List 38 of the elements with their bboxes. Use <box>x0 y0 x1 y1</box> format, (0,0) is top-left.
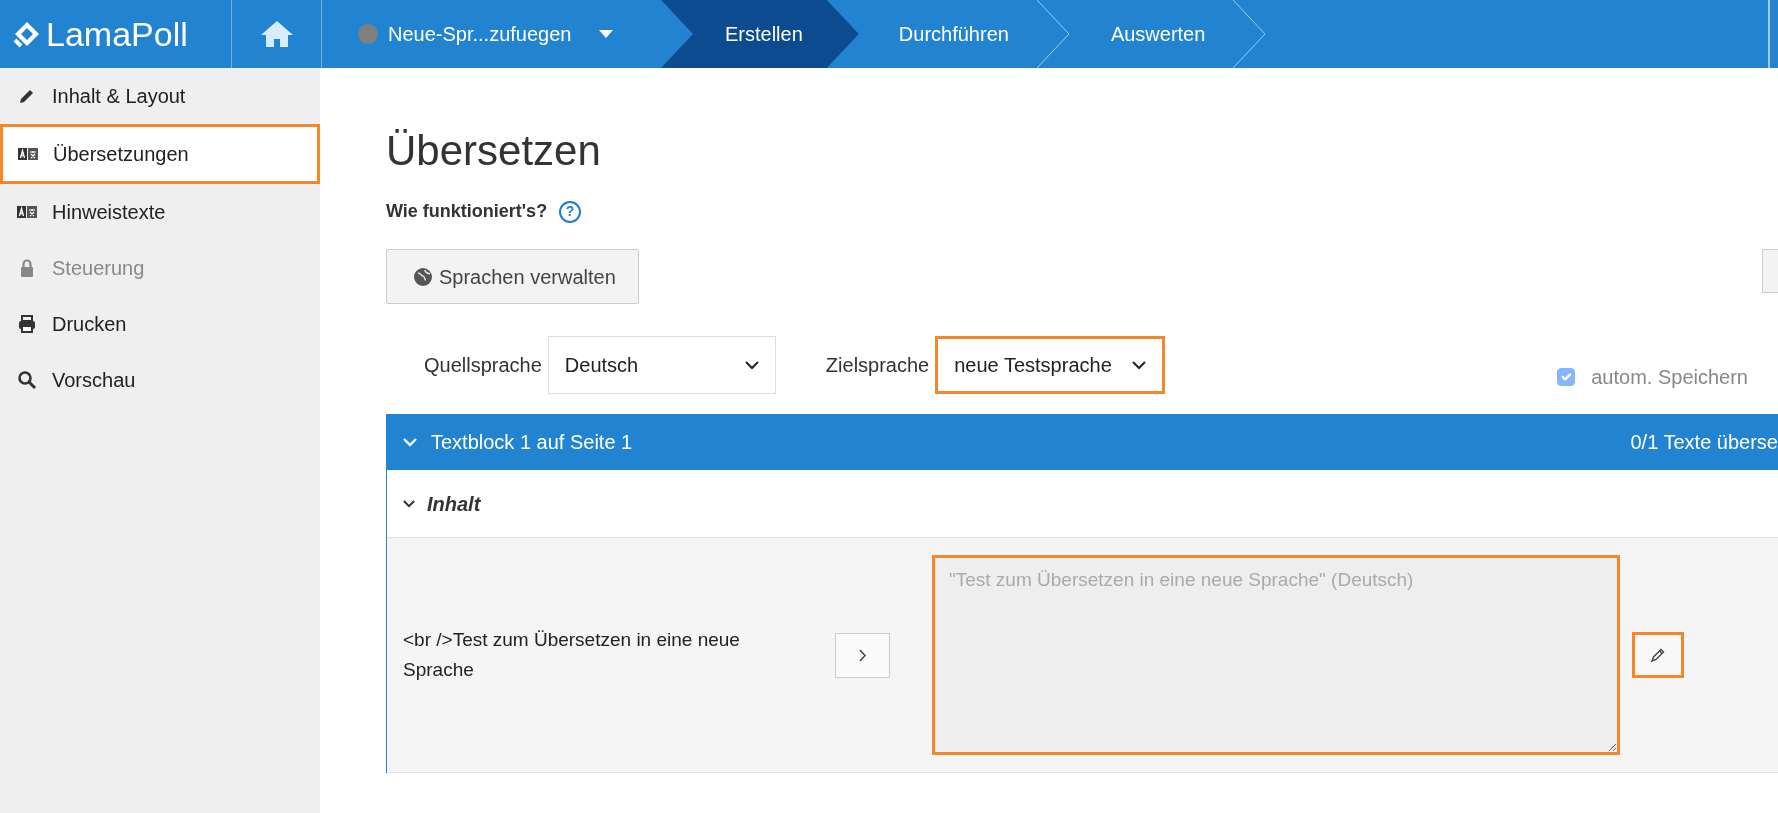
search-icon <box>16 370 38 390</box>
autosave-label: autom. Speichern <box>1591 365 1748 391</box>
source-text: <br />Test zum Übersetzen in eine neue Sprache <box>402 628 741 683</box>
copy-button[interactable] <box>835 632 890 678</box>
status-dot <box>358 24 378 44</box>
sidebar-item[interactable]: Inhalt & Layout <box>0 68 320 124</box>
globe-icon <box>413 266 433 287</box>
target-language-label: Zielsprache <box>825 353 930 379</box>
source-language-label: Quellsprache <box>424 353 542 379</box>
chevron-icon <box>1132 360 1147 370</box>
step-tab[interactable]: Auswerten <box>1070 0 1234 68</box>
translation-field[interactable]: "Test zum Übersetzen in eine neue Sprache" (Deutsch) <box>932 555 1620 756</box>
logo-text: LamaPoll <box>46 13 188 55</box>
translation-progress: 0/1 Texte überse <box>1630 430 1778 456</box>
sidebar-item[interactable]: Hinweistexte <box>0 184 320 240</box>
help-icon[interactable]: ? <box>559 200 582 223</box>
manage-languages-button[interactable]: Sprachen verwalten <box>386 249 639 305</box>
logo-icon <box>12 19 42 49</box>
caret-icon <box>599 30 614 38</box>
chevron-right-icon <box>858 648 867 662</box>
source-language-select[interactable]: Deutsch <box>547 336 776 395</box>
edit-button[interactable] <box>1632 632 1684 679</box>
help-label: Wie funktioniert's? <box>386 200 548 224</box>
chevron-icon <box>403 437 417 447</box>
step-tab[interactable]: Durchführen <box>858 0 1037 68</box>
target-language-select[interactable]: neue Testsprache <box>935 336 1166 395</box>
chevron-icon <box>403 499 415 508</box>
block-title: Textblock 1 auf Seite 1 <box>431 430 634 456</box>
chevron-icon <box>744 360 759 370</box>
block-header[interactable]: Textblock 1 auf Seite 1 0/1 Texte überse <box>387 414 1778 471</box>
pencil-icon <box>1650 647 1666 664</box>
printer-icon <box>16 314 38 334</box>
sidebar-item[interactable]: Vorschau <box>0 352 320 408</box>
sidebar-item[interactable]: Übersetzungen <box>0 124 320 184</box>
page-title: Übersetzen <box>386 126 602 176</box>
sidebar-item[interactable]: Drucken <box>0 296 320 352</box>
step-tab[interactable]: Erstellen <box>661 0 859 68</box>
cut-button[interactable] <box>1762 249 1778 294</box>
